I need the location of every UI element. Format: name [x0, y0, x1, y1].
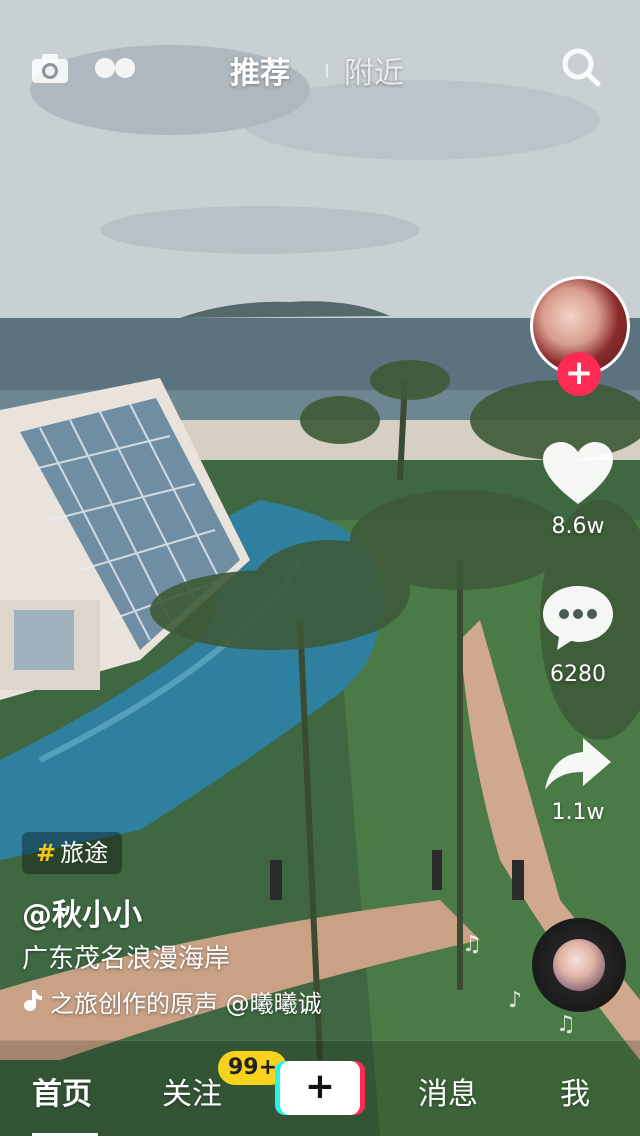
floating-note-icon: ♫: [462, 932, 482, 957]
create-button[interactable]: +: [280, 1061, 360, 1115]
follow-button[interactable]: +: [557, 352, 601, 396]
top-navigation: 推荐 附近: [0, 40, 640, 100]
bottom-navigation: 首页 关注 99+ + 消息 我: [0, 1040, 640, 1136]
comment-button[interactable]: 6280: [536, 584, 620, 687]
music-title: 之旅创作的原声 @曦曦诚: [50, 990, 322, 1018]
like-count: 8.6w: [551, 514, 605, 539]
share-count: 1.1w: [551, 800, 605, 825]
following-badge: 99+: [218, 1051, 288, 1085]
tab-divider: [326, 64, 328, 78]
tab-recommend[interactable]: 推荐: [230, 48, 290, 92]
floating-note-icon: ♫: [556, 1012, 576, 1037]
like-button[interactable]: 8.6w: [536, 440, 620, 539]
video-description: 广东茂名浪漫海岸: [22, 944, 231, 974]
tab-nearby[interactable]: 附近: [344, 48, 404, 92]
plus-icon: +: [304, 1066, 336, 1107]
search-icon[interactable]: [560, 46, 602, 88]
comment-icon: [543, 586, 613, 650]
nav-me[interactable]: 我: [560, 1069, 590, 1113]
music-disc-avatar: [553, 939, 605, 991]
share-button[interactable]: 1.1w: [536, 736, 620, 825]
heart-icon: [543, 442, 613, 504]
video-screen[interactable]: 推荐 附近 + 8.6w 6280 1.1w # 旅途 @秋小小 广东茂名浪漫海…: [0, 0, 640, 1136]
share-icon: [545, 738, 611, 790]
music-disc[interactable]: [532, 918, 626, 1012]
nav-messages[interactable]: 消息: [418, 1069, 478, 1113]
nav-home[interactable]: 首页: [32, 1069, 92, 1113]
nav-following[interactable]: 关注: [162, 1069, 222, 1113]
topic-tag-label: 旅途: [60, 839, 109, 867]
music-info[interactable]: 之旅创作的原声 @曦曦诚: [22, 984, 382, 1019]
live-icon[interactable]: [94, 56, 136, 80]
topic-tag[interactable]: # 旅途: [22, 832, 123, 874]
floating-note-icon: ♪: [508, 988, 523, 1013]
music-note-icon: [24, 990, 42, 1011]
camera-icon[interactable]: [30, 52, 70, 84]
comment-count: 6280: [550, 662, 606, 687]
author-name[interactable]: @秋小小: [22, 890, 142, 934]
hashtag-icon: #: [36, 839, 57, 867]
